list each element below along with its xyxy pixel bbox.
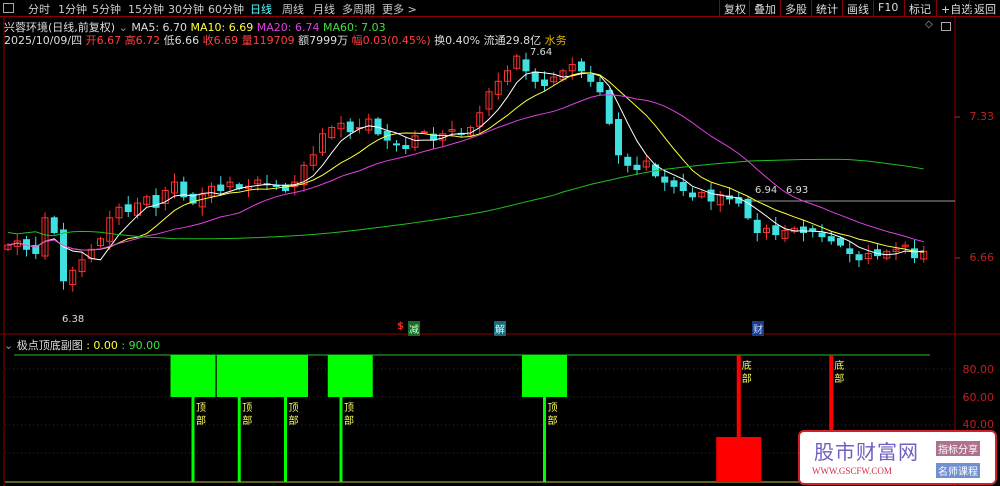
candle-body [772,225,780,236]
event-tag-reduce[interactable]: 减 [408,321,420,336]
candle-body [818,232,826,238]
candle-body [809,228,817,231]
watermark-badge: 指标分享 [936,441,980,456]
candle-body [578,61,585,72]
top-signal-label: 顶部 [196,403,206,427]
top-block [327,355,373,397]
indicator-title: 极点顶底副图 [16,339,83,352]
indicator-v1: : 0.00 [86,339,118,352]
candle-body [124,204,132,212]
candle-body [541,79,548,87]
candle-body [689,192,696,198]
top-signal-line [284,397,287,482]
high-marker: 7.64 [530,47,553,58]
candle-body [50,217,58,234]
bottom-signal-label: 底部 [834,361,845,385]
kline-chart[interactable] [0,0,1000,486]
candle-body [707,189,715,202]
candle-body [60,229,67,282]
candle-body [531,71,539,82]
watermark-badge: 名师课程 [936,463,980,478]
candle-body [827,236,835,242]
top-signal-line [191,397,195,482]
candle-body [522,59,530,72]
top-signal-label: 顶部 [344,403,354,427]
top-signal-label: 顶部 [242,403,253,427]
event-tag-unlock[interactable]: 解 [494,321,506,336]
candle-body [420,131,428,134]
top-block [170,355,216,397]
candle-body [624,156,632,166]
candle-body [605,90,613,124]
candle-body [800,226,807,233]
ref-marker: 6.93 [786,185,809,196]
bottom-signal-line [736,355,741,482]
watermark-url: WWW.GSCFW.COM [812,466,892,476]
bottom-signal-label: 底部 [741,361,752,385]
ma60-line [7,158,924,240]
price-axis-label: 6.66 [969,251,995,264]
ma20-line [7,94,924,251]
candle-body [846,248,854,255]
top-signal-label: 顶部 [547,403,558,427]
candle-body [633,164,641,171]
top-signal-label: 顶部 [288,403,299,427]
candle-body [855,254,863,261]
indicator-v2: : 90.00 [121,339,161,352]
sub-axis-label: 60.00 [962,391,995,404]
candle-body [615,119,622,156]
last-marker: 6.94 [755,185,778,196]
ma10-line [7,72,924,253]
candle-body [661,176,669,183]
top-signal-line [237,397,241,482]
sub-axis-label: 80.00 [962,363,995,376]
event-tag-dividend[interactable]: $ [396,321,405,332]
top-signal-line [339,397,343,482]
sub-header: ⌄ 极点顶底副图 : 0.00 : 90.00 [4,337,160,353]
top-block [522,355,567,397]
event-tag-finance[interactable]: 财 [752,321,764,336]
candle-body [679,182,687,192]
candle-body [837,237,844,246]
candle-body [393,143,400,146]
candle-body [596,82,604,93]
watermark-title: 股市财富网 [814,440,919,464]
price-axis-label: 7.33 [969,110,995,123]
candle-body [670,180,678,187]
watermark: 股市财富网 WWW.GSCFW.COM 指标分享 名师课程 [798,430,997,485]
candle-body [587,74,595,82]
candle-body [217,184,225,191]
top-block [216,355,308,397]
candle-body [346,121,354,133]
top-signal-line [543,397,546,482]
ma5-line [7,71,924,261]
low-marker: 6.38 [62,314,85,325]
candle-body [753,219,761,234]
candle-body [402,145,410,149]
collapse-icon[interactable]: ⌄ [4,339,13,352]
